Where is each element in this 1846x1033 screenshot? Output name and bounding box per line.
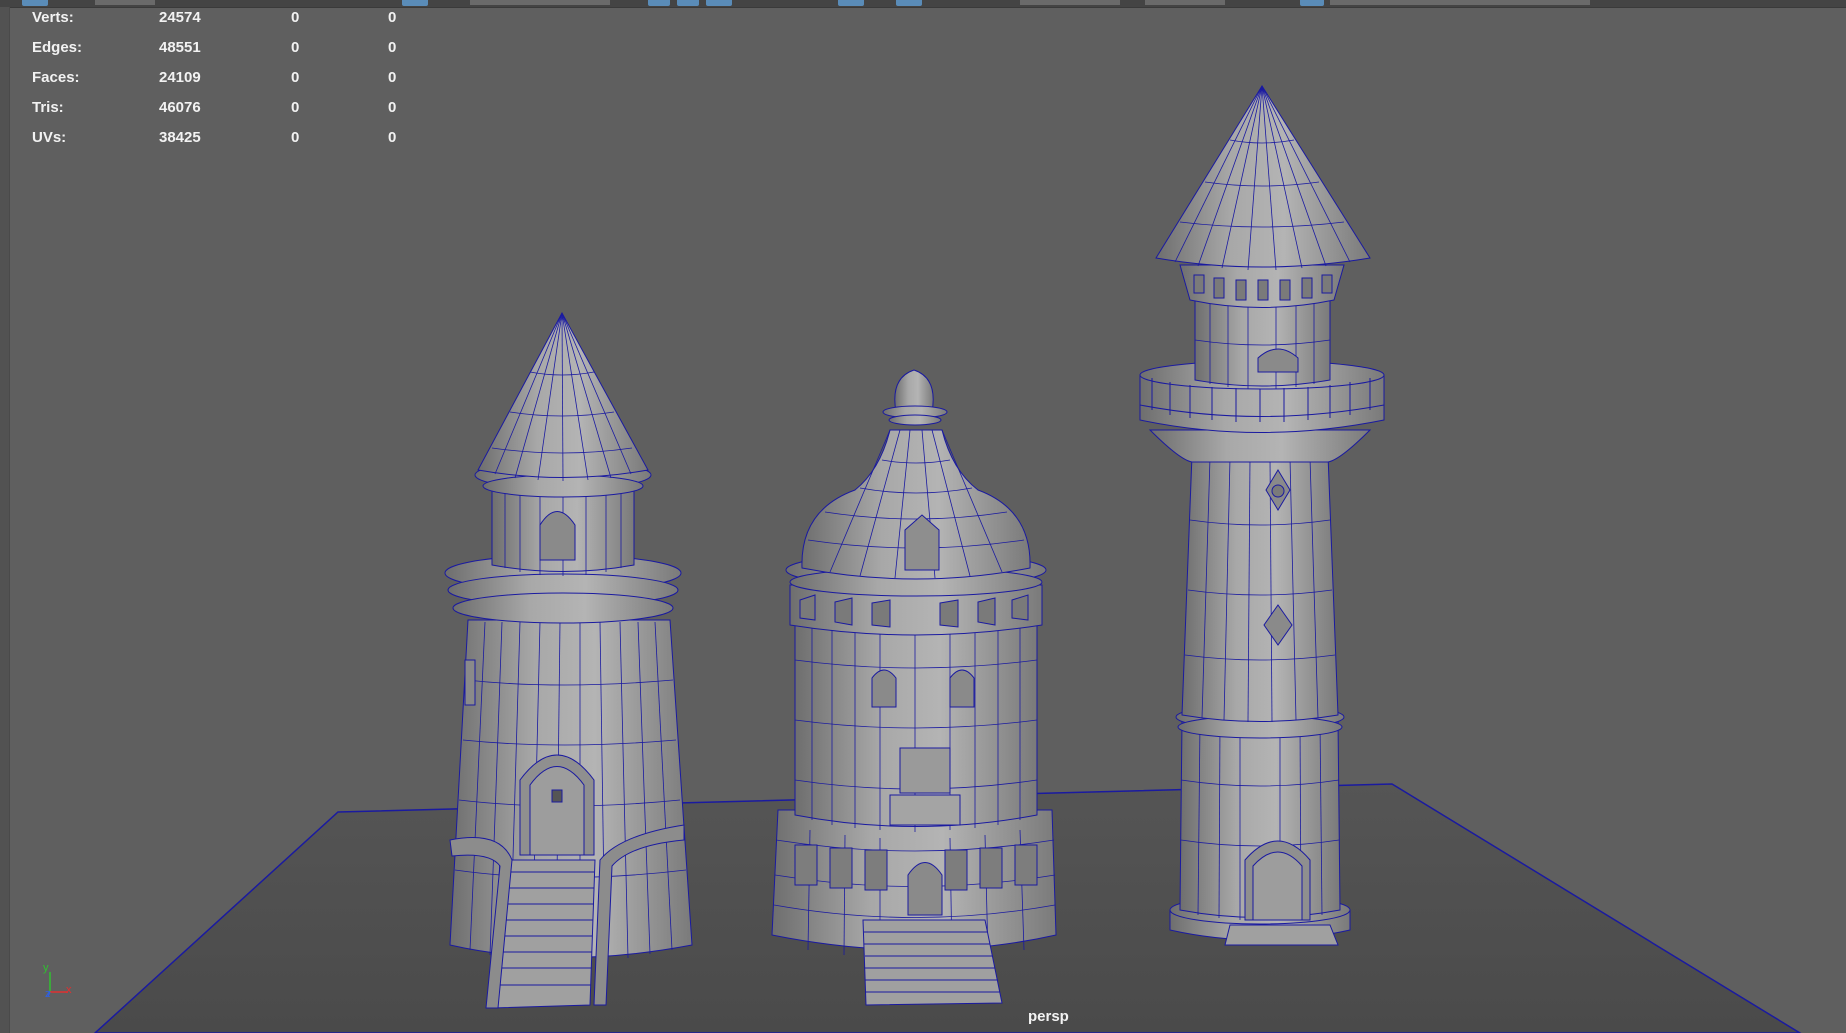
hud-row-verts: Verts: 24574 0 0 xyxy=(32,9,432,39)
hud-label: Tris: xyxy=(32,99,64,116)
hud-value: 0 xyxy=(291,69,300,86)
hud-value: 0 xyxy=(388,69,397,86)
hud-value: 0 xyxy=(291,99,300,116)
hud-label: Edges: xyxy=(32,39,83,56)
hud-value: 0 xyxy=(291,9,300,26)
hud-row-tris: Tris: 46076 0 0 xyxy=(32,99,432,129)
hud-label: UVs: xyxy=(32,129,67,146)
hud-label: Faces: xyxy=(32,69,80,86)
left-tower-model[interactable] xyxy=(444,311,693,1009)
axis-y-label: y xyxy=(43,962,49,974)
camera-name-label: persp xyxy=(1028,1008,1069,1025)
hud-value: 24574 xyxy=(159,9,201,26)
hud-row-edges: Edges: 48551 0 0 xyxy=(32,39,432,69)
hud-value: 48551 xyxy=(159,39,201,56)
axis-x-label: x xyxy=(66,984,72,996)
hud-value: 0 xyxy=(388,99,397,116)
hud-value: 46076 xyxy=(159,99,201,116)
hud-value: 0 xyxy=(388,129,397,146)
middle-tower-model[interactable] xyxy=(771,369,1057,1006)
hud-value: 0 xyxy=(291,129,300,146)
hud-row-faces: Faces: 24109 0 0 xyxy=(32,69,432,99)
hud-value: 0 xyxy=(388,39,397,56)
poly-count-hud: Verts: 24574 0 0 Edges: 48551 0 0 Faces:… xyxy=(32,9,432,159)
hud-value: 24109 xyxy=(159,69,201,86)
hud-value: 38425 xyxy=(159,129,201,146)
axis-labels: y z x xyxy=(38,962,88,1007)
hud-row-uvs: UVs: 38425 0 0 xyxy=(32,129,432,159)
hud-value: 0 xyxy=(388,9,397,26)
hud-value: 0 xyxy=(291,39,300,56)
hud-label: Verts: xyxy=(32,9,74,26)
axis-z-label: z xyxy=(45,988,51,1000)
